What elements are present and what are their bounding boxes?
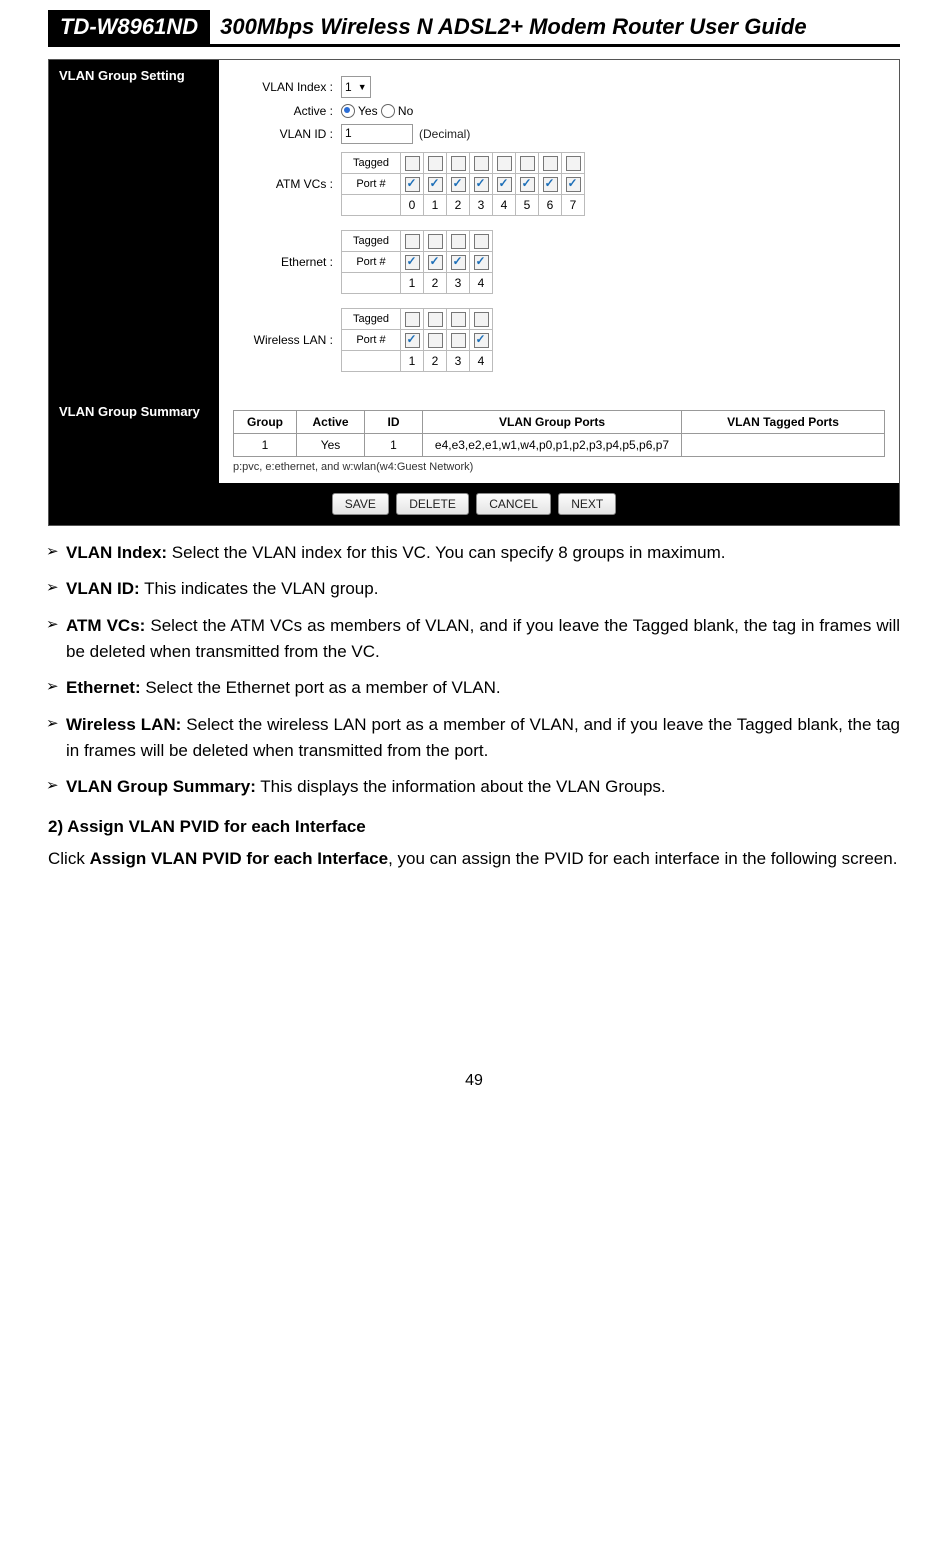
checkbox[interactable] bbox=[520, 177, 535, 192]
checkbox[interactable] bbox=[474, 333, 489, 348]
checkbox[interactable] bbox=[428, 234, 443, 249]
ethernet-label: Ethernet : bbox=[233, 255, 333, 269]
checkbox[interactable] bbox=[405, 156, 420, 171]
doc-header: TD-W8961ND 300Mbps Wireless N ADSL2+ Mod… bbox=[48, 10, 900, 47]
checkbox[interactable] bbox=[428, 333, 443, 348]
checkbox[interactable] bbox=[451, 156, 466, 171]
save-button[interactable]: SAVE bbox=[332, 493, 389, 515]
checkbox[interactable] bbox=[405, 333, 420, 348]
checkbox[interactable] bbox=[451, 177, 466, 192]
port-legend: p:pvc, e:ethernet, and w:wlan(w4:Guest N… bbox=[233, 461, 885, 473]
checkbox[interactable] bbox=[451, 333, 466, 348]
vlan-id-hint: (Decimal) bbox=[419, 127, 470, 141]
checkbox[interactable] bbox=[428, 177, 443, 192]
atm-port-grid: Tagged Port # 01234567 bbox=[341, 152, 585, 216]
active-yes-text: Yes bbox=[358, 104, 378, 118]
th-active: Active bbox=[297, 411, 365, 434]
table-row: 1 Yes 1 e4,e3,e2,e1,w1,w4,p0,p1,p2,p3,p4… bbox=[234, 434, 885, 457]
body-paragraph: Click Assign VLAN PVID for each Interfac… bbox=[48, 845, 900, 872]
checkbox[interactable] bbox=[474, 177, 489, 192]
checkbox[interactable] bbox=[543, 177, 558, 192]
list-item: VLAN Index: Select the VLAN index for th… bbox=[66, 540, 900, 566]
active-yes-radio[interactable] bbox=[341, 104, 355, 118]
checkbox[interactable] bbox=[566, 156, 581, 171]
eth-port-grid: Tagged Port # 1234 bbox=[341, 230, 493, 294]
checkbox[interactable] bbox=[451, 312, 466, 327]
checkbox[interactable] bbox=[497, 177, 512, 192]
cancel-button[interactable]: CANCEL bbox=[476, 493, 551, 515]
next-button[interactable]: NEXT bbox=[558, 493, 616, 515]
active-label: Active : bbox=[233, 104, 333, 118]
checkbox[interactable] bbox=[428, 312, 443, 327]
vlan-index-value: 1 bbox=[345, 80, 352, 94]
button-bar: SAVE DELETE CANCEL NEXT bbox=[49, 483, 899, 525]
checkbox[interactable] bbox=[405, 177, 420, 192]
checkbox[interactable] bbox=[497, 156, 512, 171]
vlan-id-input[interactable]: 1 bbox=[341, 124, 413, 144]
section-vlan-group-summary: VLAN Group Summary bbox=[49, 396, 219, 483]
vlan-screenshot: VLAN Group Setting VLAN Index : 1 ▼ Acti… bbox=[48, 59, 900, 526]
checkbox[interactable] bbox=[474, 255, 489, 270]
th-tagged-ports: VLAN Tagged Ports bbox=[682, 411, 885, 434]
atm-vcs-label: ATM VCs : bbox=[233, 177, 333, 191]
checkbox[interactable] bbox=[566, 177, 581, 192]
list-item: ATM VCs: Select the ATM VCs as members o… bbox=[66, 613, 900, 666]
checkbox[interactable] bbox=[520, 156, 535, 171]
th-group: Group bbox=[234, 411, 297, 434]
active-no-radio[interactable] bbox=[381, 104, 395, 118]
checkbox[interactable] bbox=[451, 255, 466, 270]
checkbox[interactable] bbox=[428, 255, 443, 270]
checkbox[interactable] bbox=[451, 234, 466, 249]
definitions-list: VLAN Index: Select the VLAN index for th… bbox=[48, 540, 900, 801]
th-group-ports: VLAN Group Ports bbox=[423, 411, 682, 434]
checkbox[interactable] bbox=[428, 156, 443, 171]
list-item: VLAN ID: This indicates the VLAN group. bbox=[66, 576, 900, 602]
checkbox[interactable] bbox=[474, 156, 489, 171]
wlan-port-grid: Tagged Port # 1234 bbox=[341, 308, 493, 372]
list-item: Wireless LAN: Select the wireless LAN po… bbox=[66, 712, 900, 765]
doc-title: 300Mbps Wireless N ADSL2+ Modem Router U… bbox=[210, 10, 816, 44]
model-badge: TD-W8961ND bbox=[48, 10, 210, 44]
chevron-down-icon: ▼ bbox=[358, 82, 367, 92]
checkbox[interactable] bbox=[474, 312, 489, 327]
checkbox[interactable] bbox=[405, 312, 420, 327]
vlan-summary-table: Group Active ID VLAN Group Ports VLAN Ta… bbox=[233, 410, 885, 457]
vlan-index-label: VLAN Index : bbox=[233, 80, 333, 94]
list-item: Ethernet: Select the Ethernet port as a … bbox=[66, 675, 900, 701]
checkbox[interactable] bbox=[405, 234, 420, 249]
page-number: 49 bbox=[48, 1072, 900, 1090]
delete-button[interactable]: DELETE bbox=[396, 493, 469, 515]
wlan-label: Wireless LAN : bbox=[233, 333, 333, 347]
vlan-index-select[interactable]: 1 ▼ bbox=[341, 76, 371, 98]
checkbox[interactable] bbox=[474, 234, 489, 249]
active-no-text: No bbox=[398, 104, 413, 118]
list-item: VLAN Group Summary: This displays the in… bbox=[66, 774, 900, 800]
checkbox[interactable] bbox=[543, 156, 558, 171]
section-vlan-group-setting: VLAN Group Setting bbox=[49, 60, 219, 396]
section-heading: 2) Assign VLAN PVID for each Interface bbox=[48, 817, 900, 837]
vlan-id-label: VLAN ID : bbox=[233, 127, 333, 141]
th-id: ID bbox=[365, 411, 423, 434]
checkbox[interactable] bbox=[405, 255, 420, 270]
